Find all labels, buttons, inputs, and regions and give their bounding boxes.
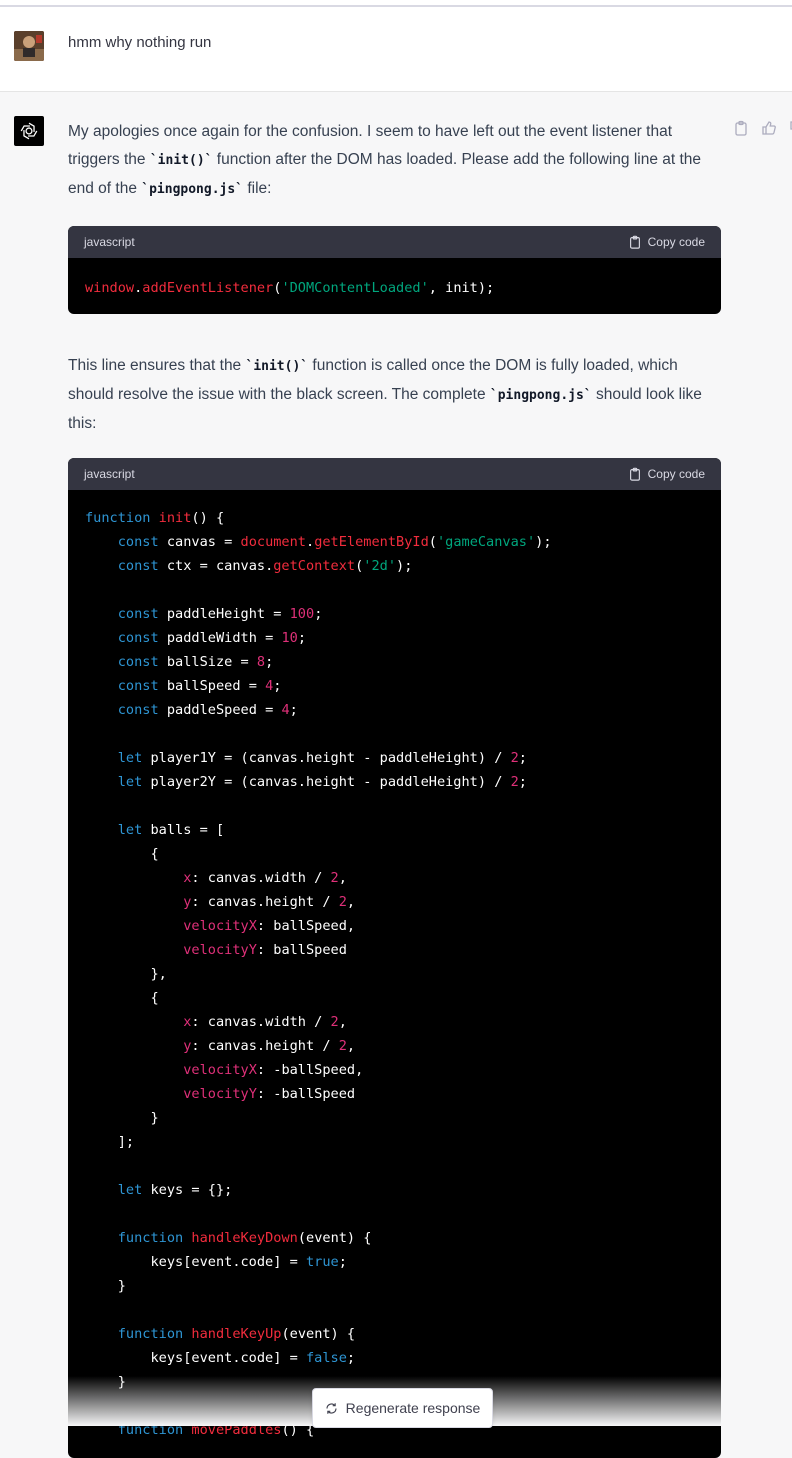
- text: This line ensures that the: [68, 357, 246, 374]
- copy-code-label: Copy code: [647, 235, 705, 249]
- copy-code-button[interactable]: Copy code: [628, 235, 705, 249]
- inline-code: `init()`: [149, 153, 213, 168]
- chatgpt-logo-icon: [14, 116, 44, 146]
- user-avatar: [14, 31, 44, 61]
- user-message-row: hmm why nothing run: [0, 7, 792, 92]
- code-language-label: javascript: [84, 235, 135, 249]
- inline-code: `pingpong.js`: [489, 388, 592, 403]
- paragraph-1: My apologies once again for the confusio…: [68, 118, 721, 204]
- thumbs-up-icon[interactable]: [761, 120, 777, 136]
- copy-code-label: Copy code: [647, 467, 705, 481]
- assistant-message-row: My apologies once again for the confusio…: [0, 92, 792, 1458]
- text: file:: [243, 180, 272, 197]
- code-language-label: javascript: [84, 467, 135, 481]
- code-block-1: javascript Copy code window.addEventList…: [68, 226, 721, 314]
- code-block-header: javascript Copy code: [68, 226, 721, 258]
- assistant-message-content: My apologies once again for the confusio…: [68, 118, 721, 1458]
- code-block-header: javascript Copy code: [68, 458, 721, 490]
- inline-code: `pingpong.js`: [141, 182, 244, 197]
- code-block-2: javascript Copy code function init() { c…: [68, 458, 721, 1458]
- clipboard-icon: [629, 467, 640, 481]
- copy-code-button[interactable]: Copy code: [628, 467, 705, 481]
- clipboard-icon: [629, 235, 640, 249]
- regenerate-response-button[interactable]: Regenerate response: [312, 1388, 493, 1428]
- regenerate-label: Regenerate response: [345, 1400, 481, 1416]
- clipboard-icon[interactable]: [733, 120, 749, 136]
- user-message-text: hmm why nothing run: [68, 34, 212, 51]
- paragraph-2: This line ensures that the `init()` func…: [68, 352, 721, 438]
- message-actions: [733, 120, 792, 136]
- inline-code: `init()`: [245, 359, 309, 374]
- top-border: [0, 0, 792, 7]
- code-content: function init() { const canvas = documen…: [85, 510, 552, 1438]
- code-content: window.addEventListener('DOMContentLoade…: [85, 280, 495, 296]
- refresh-icon: [326, 1402, 337, 1414]
